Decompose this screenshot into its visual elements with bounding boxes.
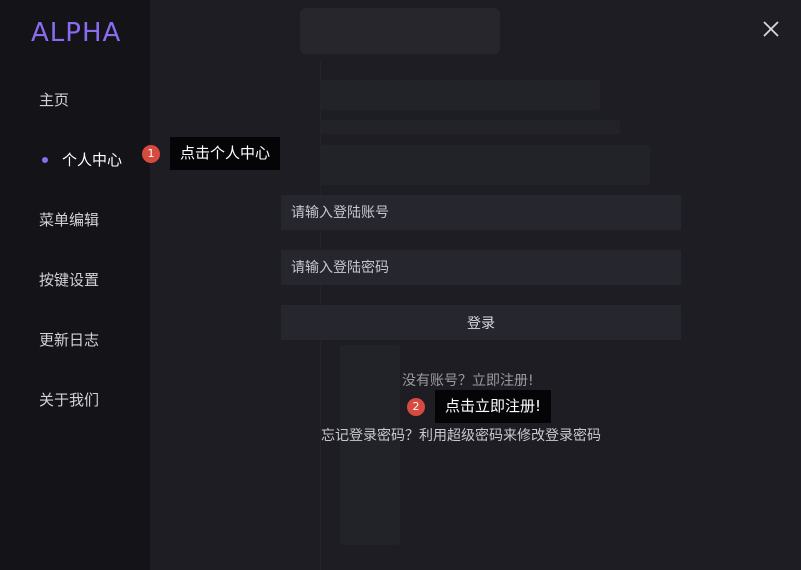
sidebar-item-label: 更新日志 (39, 331, 100, 349)
background-panel (320, 145, 650, 185)
sidebar-item-changelog[interactable]: 更新日志 (0, 310, 150, 370)
sidebar-item-profile[interactable]: 个人中心 (0, 130, 150, 190)
step-badge: 2 (407, 397, 425, 416)
sidebar-item-label: 主页 (39, 91, 70, 109)
login-button[interactable]: 登录 (281, 305, 681, 340)
account-input[interactable] (281, 195, 681, 230)
app-window: ALPHA 主页 个人中心 菜单编辑 按键设置 更新日志 关于我们 1 点击个人… (0, 0, 801, 570)
active-indicator-dot (42, 157, 48, 163)
sidebar-item-menu-edit[interactable]: 菜单编辑 (0, 190, 150, 250)
tooltip-text: 点击个人中心 (170, 137, 281, 170)
close-button[interactable] (760, 18, 782, 40)
login-form: 登录 (281, 195, 681, 340)
sidebar-item-label: 个人中心 (62, 151, 123, 169)
guide-tooltip-profile: 1 点击个人中心 (142, 137, 281, 170)
background-panel (320, 120, 620, 134)
close-icon (763, 21, 779, 37)
guide-tooltip-register: 2 点击立即注册! (407, 390, 552, 423)
password-input[interactable] (281, 250, 681, 285)
register-link[interactable]: 没有账号？立即注册! (402, 370, 534, 390)
sidebar-item-about[interactable]: 关于我们 (0, 370, 150, 430)
tooltip-text: 点击立即注册! (435, 390, 552, 423)
forgot-password-link[interactable]: 忘记登录密码？利用超级密码来修改登录密码 (321, 425, 601, 445)
sidebar-nav: 主页 个人中心 菜单编辑 按键设置 更新日志 关于我们 (0, 70, 150, 430)
sidebar-item-label: 按键设置 (39, 271, 100, 289)
background-logo (300, 8, 500, 54)
sidebar-item-label: 关于我们 (39, 391, 100, 409)
background-panel (340, 345, 400, 545)
step-badge: 1 (142, 144, 160, 163)
sidebar-item-home[interactable]: 主页 (0, 70, 150, 130)
sidebar: ALPHA 主页 个人中心 菜单编辑 按键设置 更新日志 关于我们 (0, 0, 150, 570)
sidebar-item-label: 菜单编辑 (39, 211, 100, 229)
sidebar-item-key-settings[interactable]: 按键设置 (0, 250, 150, 310)
app-logo: ALPHA (31, 18, 122, 48)
background-panel (320, 80, 600, 110)
